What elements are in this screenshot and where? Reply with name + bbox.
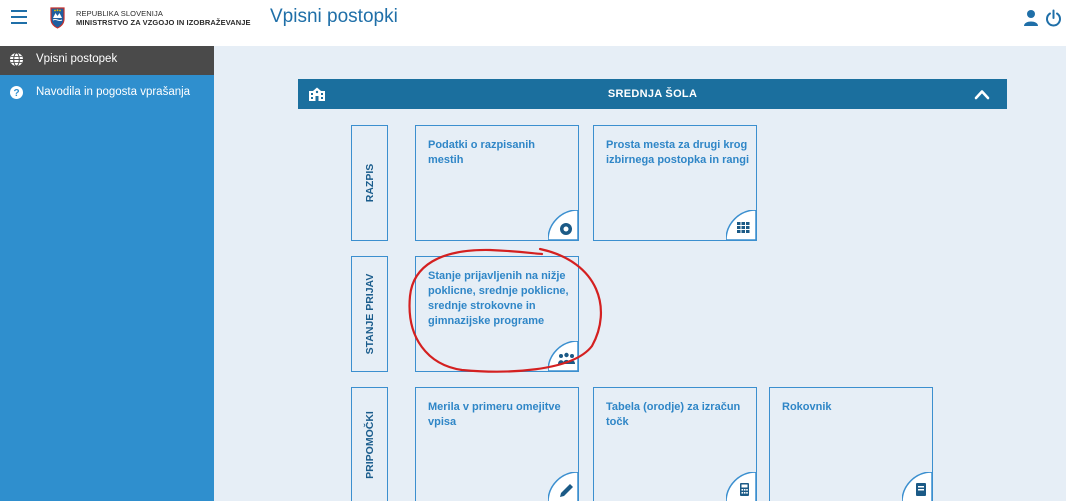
ministry-line-2: MINISTRSTVO ZA VZGOJO IN IZOBRAŽEVANJE: [76, 18, 251, 27]
page-title: Vpisni postopki: [270, 6, 398, 27]
user-icon[interactable]: [1023, 9, 1039, 27]
section-header-srednja-sola[interactable]: SREDNJA ŠOLA: [298, 79, 1007, 109]
power-icon[interactable]: [1045, 9, 1062, 27]
tile-text: Rokovnik: [782, 401, 832, 413]
group-label-razpis: RAZPIS: [351, 125, 388, 241]
calculator-icon: [726, 472, 756, 501]
help-icon: ?: [10, 86, 23, 99]
svg-text:?: ?: [13, 88, 19, 99]
group-label-text: PRIPOMOČKI: [363, 411, 376, 479]
tile-rokovnik[interactable]: Rokovnik: [769, 387, 933, 501]
sidebar-item-label: Navodila in pogosta vprašanja: [36, 86, 191, 98]
tile-prosta-mesta[interactable]: Prosta mesta za drugi krog izbirnega pos…: [593, 125, 757, 241]
sidebar: Vpisni postopek ? Navodila in pogosta vp…: [0, 46, 214, 501]
people-icon: [548, 341, 578, 371]
pencil-icon: [548, 472, 578, 501]
tile-text: Prosta mesta za drugi krog izbirnega pos…: [606, 139, 750, 166]
group-label-pripomocki: PRIPOMOČKI: [351, 387, 388, 501]
tile-text: Podatki o razpisanih mestih: [428, 139, 535, 166]
tile-text: Merila v primeru omejitve vpisa: [428, 401, 561, 428]
group-label-text: STANJE PRIJAV: [363, 273, 376, 355]
tile-text: Tabela (orodje) za izračun točk: [606, 401, 741, 428]
group-label-text: RAZPIS: [363, 163, 376, 203]
group-label-stanje-prijav: STANJE PRIJAV: [351, 256, 388, 372]
sidebar-item-navodila[interactable]: ? Navodila in pogosta vprašanja: [0, 79, 214, 108]
section-title: SREDNJA ŠOLA: [607, 88, 698, 100]
sidebar-item-vpisni-postopek[interactable]: Vpisni postopek: [0, 46, 214, 75]
tile-merila[interactable]: Merila v primeru omejitve vpisa: [415, 387, 579, 501]
coat-of-arms-icon: [50, 7, 65, 29]
main-content: SREDNJA ŠOLA RAZPIS Podatki o razpisanih…: [214, 46, 1066, 501]
book-icon: [902, 472, 932, 501]
chevron-up-icon[interactable]: [974, 87, 990, 101]
top-header: REPUBLIKA SLOVENIJA MINISTRSTVO ZA VZGOJ…: [0, 0, 1066, 40]
globe-icon: [10, 52, 23, 67]
ministry-line-1: REPUBLIKA SLOVENIJA: [76, 9, 163, 18]
menu-icon[interactable]: [11, 10, 27, 26]
tile-text: Stanje prijavljenih na nižje poklicne, s…: [428, 270, 569, 327]
ministry-name: REPUBLIKA SLOVENIJA MINISTRSTVO ZA VZGOJ…: [76, 9, 251, 27]
tile-podatki-o-razpisanih-mestih[interactable]: Podatki o razpisanih mestih: [415, 125, 579, 241]
sidebar-item-label: Vpisni postopek: [36, 53, 118, 65]
tile-tabela-izracun-tock[interactable]: Tabela (orodje) za izračun točk: [593, 387, 757, 501]
eye-icon: [548, 210, 578, 240]
tile-stanje-prijavljenih[interactable]: Stanje prijavljenih na nižje poklicne, s…: [415, 256, 579, 372]
grid-icon: [726, 210, 756, 240]
